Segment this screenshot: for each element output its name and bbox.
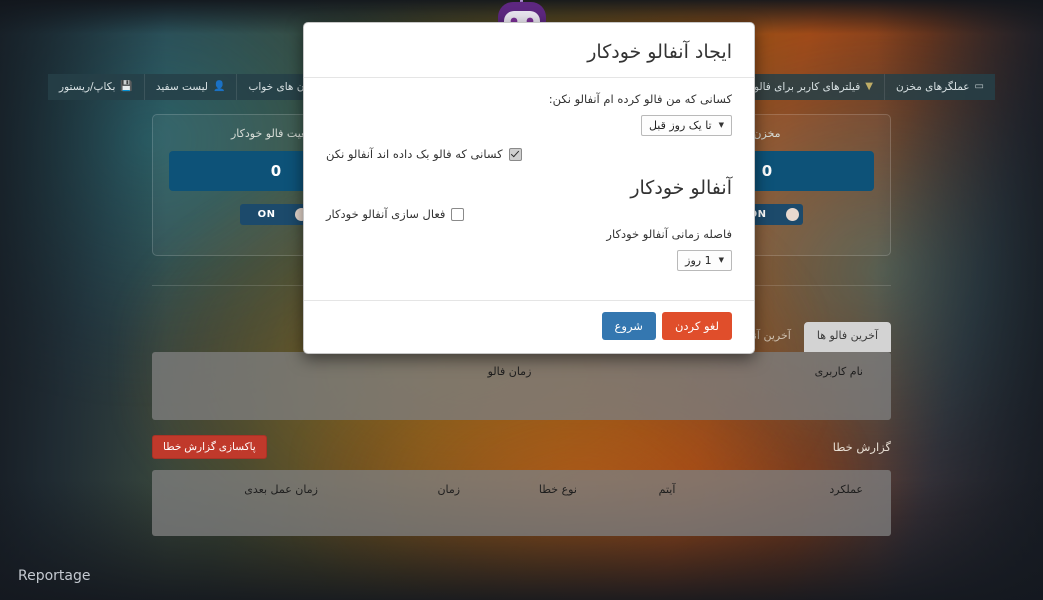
clear-error-report-button[interactable]: پاکسازی گزارش خطا	[152, 435, 267, 459]
funnel-icon: ▼	[865, 81, 873, 92]
nav-item-repository-operators[interactable]: ▭ عملگرهای مخزن	[883, 74, 995, 100]
interval-value: 1 روز	[685, 254, 712, 267]
nav-item-follow-user-filters[interactable]: ▼ فیلترهای کاربر برای فالو	[742, 74, 884, 100]
chevron-down-icon: ▼	[718, 121, 724, 129]
enable-auto-unfollow-checkbox[interactable]	[451, 207, 465, 221]
modal-header: ایجاد آنفالو خودکار	[304, 23, 754, 78]
chevron-down-icon: ▼	[718, 256, 724, 264]
modal-body: کسانی که من فالو کرده ام آنفالو نکن: ▼ ت…	[304, 78, 754, 300]
auto-follow-toggle[interactable]: ON	[240, 204, 312, 225]
enable-auto-unfollow-label: فعال سازی آنفالو خودکار	[326, 207, 446, 221]
follows-table: نام کاربری زمان فالو	[152, 352, 891, 420]
unfollow-filter-label: کسانی که من فالو کرده ام آنفالو نکن:	[548, 92, 732, 106]
nav-item-whitelist[interactable]: 👤 لیست سفید	[143, 74, 237, 100]
error-report-title: گزارش خطا	[832, 440, 891, 454]
column-header-spacer	[168, 365, 354, 378]
error-table-header-row: عملکرد آیتم نوع خطا زمان زمان عمل بعدی	[152, 470, 891, 496]
interval-select[interactable]: ▼ 1 روز	[677, 250, 732, 271]
nav-item-label: بکاپ/ریستور	[59, 81, 116, 93]
auto-unfollow-modal: ایجاد آنفالو خودکار کسانی که من فالو کرد…	[303, 22, 755, 354]
followback-checkbox-label: کسانی که فالو بک داده اند آنفالو نکن	[326, 147, 503, 161]
follows-table-header-row: نام کاربری زمان فالو	[152, 352, 891, 378]
modal-title: ایجاد آنفالو خودکار	[587, 41, 732, 63]
column-header-item: آیتم	[658, 483, 676, 496]
toggle-knob	[786, 208, 799, 221]
column-header-time: زمان	[437, 483, 461, 496]
cancel-button[interactable]: لغو کردن	[661, 312, 732, 340]
auto-unfollow-section-title: آنفالو خودکار	[630, 177, 732, 199]
nav-item-label: عملگرهای مخزن	[895, 81, 970, 93]
nav-item-backup-restore[interactable]: 💾 بکاپ/ریستور	[48, 74, 144, 100]
column-header-next-action-time: زمان عمل بعدی	[244, 483, 318, 496]
unfollow-filter-select[interactable]: ▼ تا یک روز قبل	[640, 115, 732, 136]
column-header-username: نام کاربری	[814, 365, 863, 378]
tab-latest-follows[interactable]: آخرین فالو ها	[803, 322, 891, 352]
unfollow-filter-value: تا یک روز قبل	[648, 119, 712, 132]
navbar-left-group: زمان های خواب 👤 لیست سفید 💾 بکاپ/ریستور	[48, 74, 330, 100]
nav-item-label: فیلترهای کاربر برای فالو	[753, 81, 861, 93]
interval-label: فاصله زمانی آنفالو خودکار	[606, 227, 732, 241]
enable-auto-unfollow-row[interactable]: فعال سازی آنفالو خودکار	[326, 207, 732, 221]
modal-footer: لغو کردن شروع	[304, 300, 754, 353]
error-report-table: عملکرد آیتم نوع خطا زمان زمان عمل بعدی	[152, 470, 891, 536]
user-icon: 👤	[213, 81, 226, 92]
start-button[interactable]: شروع	[601, 312, 656, 340]
tab-label: آخرین فالو ها	[816, 329, 878, 342]
app-root: ▭ عملگرهای مخزن ▼ فیلترهای کاربر برای فا…	[0, 0, 1043, 600]
navbar-right-group: ▭ عملگرهای مخزن ▼ فیلترهای کاربر برای فا…	[742, 74, 995, 100]
archive-icon: ▭	[974, 81, 984, 92]
column-header-action: عملکرد	[829, 483, 863, 496]
nav-item-label: لیست سفید	[155, 81, 208, 93]
column-header-follow-time: زمان فالو	[487, 365, 532, 378]
toggle-label: ON	[257, 209, 276, 220]
followback-checkbox-row[interactable]: کسانی که فالو بک داده اند آنفالو نکن	[326, 147, 732, 161]
save-icon: 💾	[120, 81, 133, 92]
column-header-error-type: نوع خطا	[538, 483, 577, 496]
followback-checkbox[interactable]	[508, 147, 522, 161]
error-report-header: گزارش خطا پاکسازی گزارش خطا	[152, 434, 891, 460]
footer-brand: Reportage	[18, 568, 91, 584]
